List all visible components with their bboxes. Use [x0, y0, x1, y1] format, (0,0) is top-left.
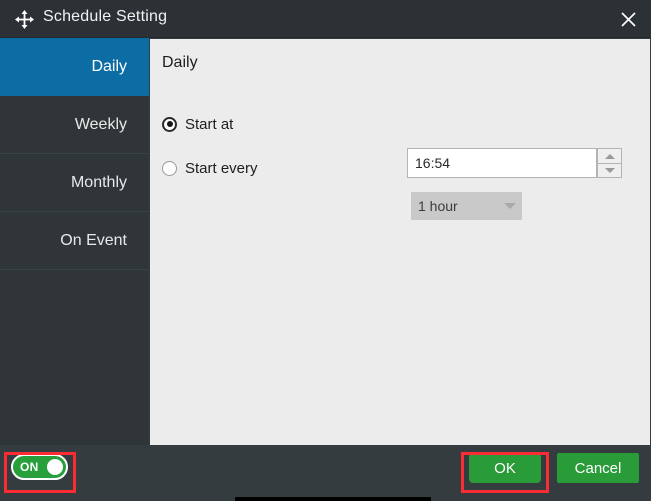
window-title: Schedule Setting [43, 8, 168, 25]
start-every-label: Start every [185, 159, 258, 177]
ok-button[interactable]: OK [469, 453, 541, 483]
sidebar-item-label: Monthly [70, 174, 127, 191]
titlebar: Schedule Setting [0, 0, 651, 38]
spinner-up-button[interactable] [597, 148, 622, 163]
spinner-buttons [597, 148, 622, 178]
cancel-button[interactable]: Cancel [557, 453, 639, 483]
sidebar-item-weekly[interactable]: Weekly [0, 96, 149, 154]
radio-start-at[interactable] [162, 116, 177, 132]
spinner-down-button[interactable] [597, 163, 622, 178]
toggle-knob [47, 459, 63, 475]
triangle-up-icon [604, 153, 615, 159]
enable-toggle[interactable]: ON [11, 454, 68, 480]
schedule-setting-window: Schedule Setting Daily Weekly Monthly On… [0, 0, 651, 501]
radio-start-every[interactable] [162, 160, 177, 176]
interval-dropdown-value: 1 hour [418, 198, 458, 214]
sidebar-item-daily[interactable]: Daily [0, 38, 149, 96]
sidebar: Daily Weekly Monthly On Event [0, 38, 149, 445]
close-icon[interactable] [613, 6, 643, 32]
footer-bar: ON OK Cancel [0, 445, 651, 497]
start-at-row: Start at [162, 111, 233, 137]
start-at-time-input[interactable] [407, 148, 597, 178]
sidebar-item-label: On Event [60, 232, 127, 249]
start-at-label: Start at [185, 115, 234, 133]
content-panel: Daily Start at Start every 1 hour [150, 39, 650, 445]
start-every-row: Start every [162, 155, 258, 181]
triangle-down-icon [604, 168, 615, 173]
sidebar-item-label: Weekly [74, 116, 127, 133]
page-title: Daily [162, 54, 198, 71]
sidebar-item-label: Daily [91, 58, 127, 75]
sidebar-item-on-event[interactable]: On Event [0, 212, 149, 270]
time-spinner [407, 148, 622, 178]
desktop-bottom-strip [235, 497, 431, 501]
chevron-down-icon [498, 203, 522, 209]
toggle-label: ON [20, 460, 39, 474]
sidebar-item-monthly[interactable]: Monthly [0, 154, 149, 212]
interval-dropdown[interactable]: 1 hour [411, 192, 522, 220]
move-arrows-icon[interactable] [14, 9, 35, 30]
